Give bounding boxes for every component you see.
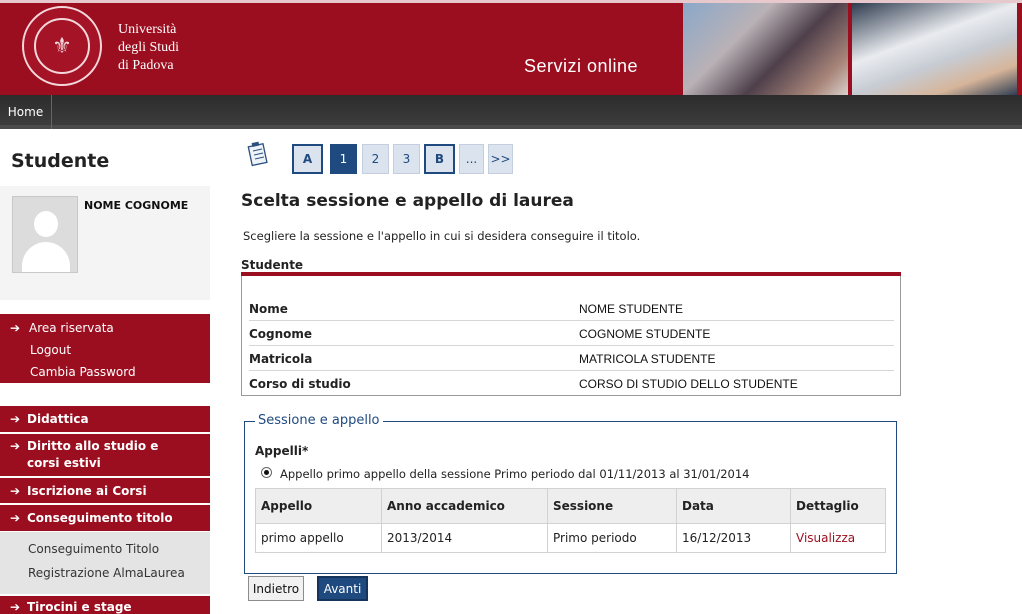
step-b-button[interactable]: B <box>424 144 455 174</box>
appello-radio[interactable] <box>261 467 272 478</box>
table-row: primo appello 2013/2014 Primo periodo 16… <box>255 523 886 553</box>
university-seal-logo[interactable]: ⚜ <box>22 6 102 86</box>
step-a-button[interactable]: A <box>292 144 323 174</box>
arrow-right-icon: ➔ <box>10 483 21 498</box>
conseguimento-submenu: Conseguimento Titolo Registrazione AlmaL… <box>0 532 210 594</box>
arrow-right-icon: ➔ <box>10 511 21 525</box>
avatar-head-icon <box>34 211 58 237</box>
university-name-line3: di Padova <box>118 58 174 73</box>
step-1-button[interactable]: 1 <box>330 144 357 174</box>
intro-text: Scegliere la sessione e l'appello in cui… <box>243 229 641 243</box>
student-field-label: Corso di studio <box>249 377 351 391</box>
university-name-line2: degli Studi <box>118 40 180 55</box>
page-title: Scelta sessione e appello di laurea <box>241 191 574 211</box>
student-field-label: Matricola <box>249 352 313 366</box>
student-field-label: Nome <box>249 302 288 316</box>
top-navigation: Home <box>0 95 1022 129</box>
sidebar-item-label: Tirocini e stage <box>27 600 132 614</box>
nav-home-link[interactable]: Home <box>0 95 52 129</box>
cell-sessione: Primo periodo <box>547 523 677 553</box>
student-section-title: Studente <box>241 258 304 272</box>
user-card: NOME COGNOME <box>0 186 210 300</box>
seal-icon: ⚜ <box>34 18 90 74</box>
student-field-label: Cognome <box>249 327 313 341</box>
logout-link[interactable]: Logout <box>10 339 210 361</box>
arrow-right-icon: ➔ <box>10 600 21 614</box>
user-name: NOME COGNOME <box>84 199 189 212</box>
cell-data: 16/12/2013 <box>676 523 791 553</box>
sidebar-item-label: Iscrizione ai Corsi <box>27 483 147 498</box>
sidebar-item-label: Diritto allo studio e corsi estivi <box>27 439 159 470</box>
sidebar-item-tirocini[interactable]: ➔ Tirocini e stage <box>0 596 210 614</box>
cell-anno: 2013/2014 <box>381 523 548 553</box>
reserved-area-menu: ➔ Area riservata Logout Cambia Password <box>0 314 210 383</box>
student-field-value: NOME STUDENTE <box>579 302 684 316</box>
student-row-nome: Nome NOME STUDENTE <box>249 296 894 321</box>
sidebar-item-conseguimento-titolo[interactable]: ➔ Conseguimento titolo <box>0 505 210 531</box>
university-name: Università degli Studi di Padova <box>118 21 179 75</box>
column-header-dettaglio: Dettaglio <box>790 488 886 524</box>
student-row-cognome: Cognome COGNOME STUDENTE <box>249 321 894 346</box>
session-legend: Sessione e appello <box>255 413 383 428</box>
student-field-value: MATRICOLA STUDENTE <box>579 352 716 366</box>
sidebar-title: Studente <box>11 150 110 172</box>
change-password-link[interactable]: Cambia Password <box>10 361 210 383</box>
appelli-table: Appello Anno accademico Sessione Data De… <box>255 488 886 553</box>
column-header-data: Data <box>676 488 791 524</box>
submenu-item-almalaurea[interactable]: Registrazione AlmaLaurea <box>28 561 210 585</box>
back-button[interactable]: Indietro <box>248 576 304 601</box>
student-row-matricola: Matricola MATRICOLA STUDENTE <box>249 346 894 371</box>
column-header-anno: Anno accademico <box>381 488 548 524</box>
appelli-label: Appelli* <box>255 444 309 458</box>
step-2-button[interactable]: 2 <box>362 144 389 174</box>
next-button[interactable]: Avanti <box>317 576 368 601</box>
sidebar-item-iscrizione-corsi[interactable]: ➔ Iscrizione ai Corsi <box>0 478 210 503</box>
checklist-icon <box>247 141 268 167</box>
sidebar-item-area-riservata[interactable]: ➔ Area riservata <box>10 317 210 339</box>
arrow-right-icon: ➔ <box>10 321 21 335</box>
service-title: Servizi online <box>524 56 639 76</box>
step-3-button[interactable]: 3 <box>393 144 420 174</box>
sidebar-item-label: Conseguimento titolo <box>27 511 173 525</box>
sidebar-item-label: Area riservata <box>29 321 114 335</box>
student-field-value: COGNOME STUDENTE <box>579 327 711 341</box>
sidebar-item-diritto-studio[interactable]: ➔ Diritto allo studio e corsi estivi <box>0 434 210 476</box>
arrow-right-icon: ➔ <box>10 439 21 453</box>
header-photo-documents <box>852 3 1017 95</box>
student-info-table: Nome NOME STUDENTE Cognome COGNOME STUDE… <box>241 276 901 396</box>
step-more-button[interactable]: ... <box>459 144 484 174</box>
visualizza-link[interactable]: Visualizza <box>790 523 886 553</box>
avatar-body-icon <box>22 242 70 272</box>
avatar <box>12 196 78 273</box>
header-photo-students <box>683 3 848 95</box>
step-next-button[interactable]: >> <box>488 144 513 174</box>
arrow-right-icon: ➔ <box>10 412 21 426</box>
sidebar-item-didattica[interactable]: ➔ Didattica <box>0 406 210 432</box>
student-field-value: CORSO DI STUDIO DELLO STUDENTE <box>579 377 798 391</box>
cell-appello: primo appello <box>255 523 382 553</box>
appello-radio-label[interactable]: Appello primo appello della sessione Pri… <box>280 467 750 481</box>
university-name-line1: Università <box>118 22 177 37</box>
table-header-row: Appello Anno accademico Sessione Data De… <box>255 488 886 524</box>
submenu-item-conseguimento-titolo[interactable]: Conseguimento Titolo <box>28 537 210 561</box>
site-header: ⚜ Università degli Studi di Padova Servi… <box>0 0 1022 95</box>
sidebar-item-label: Didattica <box>27 412 89 426</box>
column-header-sessione: Sessione <box>547 488 677 524</box>
column-header-appello: Appello <box>255 488 382 524</box>
student-row-corso: Corso di studio CORSO DI STUDIO DELLO ST… <box>249 371 894 396</box>
